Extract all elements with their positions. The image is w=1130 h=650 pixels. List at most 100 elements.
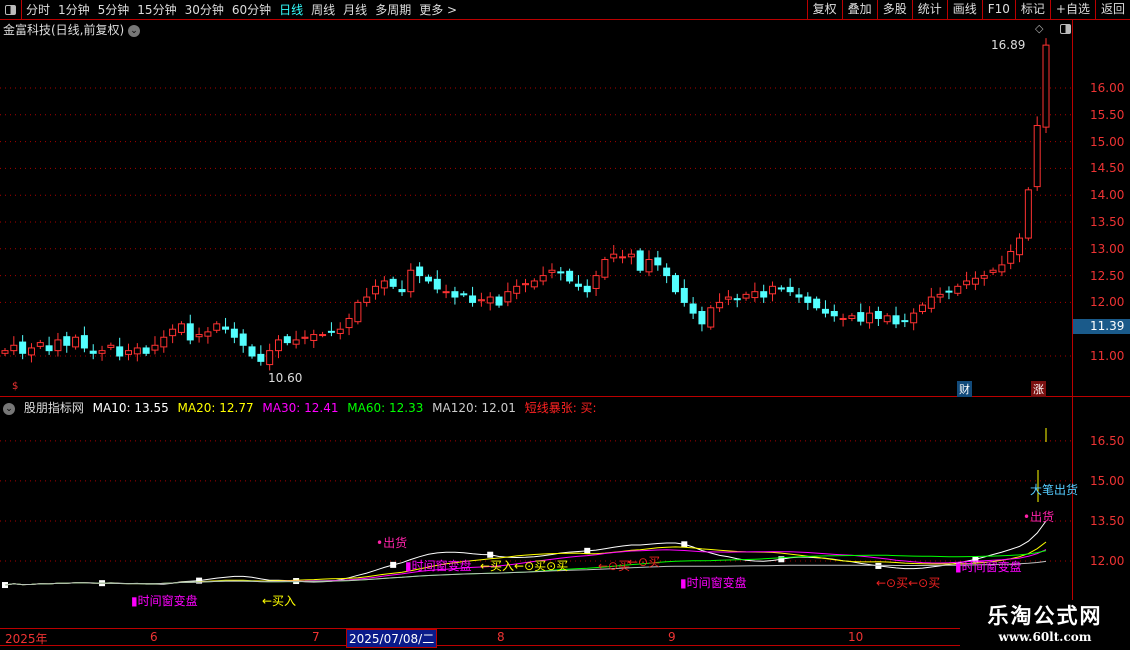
candle-body: [954, 285, 962, 294]
candle-body: [813, 298, 821, 309]
candle-body: [874, 311, 882, 319]
price-axis-label: 12.50: [1090, 268, 1125, 283]
ma10-marker: [196, 577, 203, 584]
candle-body: [274, 339, 282, 352]
candle-body: [442, 291, 450, 294]
price-axis-label: 11.00: [1090, 349, 1125, 363]
candle-body: [416, 266, 424, 277]
ma20-value: MA20: 12.77: [177, 401, 254, 415]
candle-body: [724, 296, 732, 300]
candle-body: [495, 296, 503, 306]
candle-body: [698, 311, 706, 325]
date-axis-label: 8: [497, 630, 505, 644]
candle-body: [592, 275, 600, 289]
limit-up-badge[interactable]: 涨: [1031, 381, 1046, 397]
ma120-value: MA120: 12.01: [432, 401, 516, 415]
candle-body: [310, 334, 318, 341]
candle-body: [910, 312, 918, 324]
candle-body: [186, 323, 194, 341]
candle-body: [380, 280, 388, 289]
candle-body: [671, 275, 679, 293]
candle-body: [257, 353, 265, 362]
candle-body: [522, 283, 529, 286]
annotation-time-window: ▮时间窗变盘: [405, 559, 472, 573]
candle-body: [583, 285, 591, 293]
low-price-label: 10.60: [268, 371, 303, 385]
candle-body: [830, 311, 838, 317]
candle-body: [795, 294, 803, 298]
candle-body: [645, 259, 653, 273]
candle-body: [424, 276, 432, 282]
ma10-marker: [584, 547, 591, 554]
candle-body: [354, 301, 362, 323]
candle-body: [107, 344, 115, 348]
candle-body: [821, 308, 829, 314]
indicator-axis-label: 13.50: [1090, 513, 1125, 528]
annotation-big-sell: 大笔出货: [1030, 483, 1079, 497]
price-axis-label: 15.50: [1090, 107, 1125, 122]
annotation-time-window: ▮时间窗变盘: [680, 576, 747, 590]
candle-body: [716, 301, 724, 309]
annotation-time-window: ▮时间窗变盘: [131, 594, 198, 608]
candle-body: [151, 344, 159, 351]
candle-body: [142, 347, 150, 354]
candle-body: [548, 269, 556, 273]
candle-body: [125, 350, 133, 355]
candle-body: [574, 283, 582, 287]
candle-body: [283, 336, 291, 344]
candle-body: [116, 346, 124, 357]
price-axis-label: 15.00: [1090, 134, 1125, 149]
indicator-name[interactable]: 股朋指标网: [24, 401, 84, 415]
candle-body: [363, 296, 371, 303]
price-axis-label: 13.50: [1090, 215, 1125, 229]
candle-body: [266, 350, 274, 366]
left-marker: $: [12, 381, 19, 392]
candle-body: [169, 328, 177, 337]
candle-body: [707, 307, 715, 328]
candle-body: [539, 275, 547, 282]
watermark-name: 乐淘公式网: [987, 603, 1103, 628]
candle-body: [663, 267, 671, 277]
candle-body: [486, 296, 494, 304]
candle-body: [654, 257, 662, 266]
candle-body: [1024, 189, 1032, 239]
ma10-marker: [681, 541, 688, 548]
candle-body: [619, 256, 627, 259]
date-axis-label: 6: [150, 630, 158, 644]
candle-body: [477, 299, 485, 302]
candle-body: [222, 326, 230, 330]
annotation-buy: ←⊙买: [628, 555, 661, 569]
candle-body: [839, 317, 847, 320]
price-axis-label: 14.50: [1090, 161, 1125, 176]
candle-body: [927, 296, 935, 309]
candle-body: [177, 323, 185, 333]
finance-badge[interactable]: 财: [957, 381, 972, 397]
price-axis-label: 12.00: [1090, 295, 1125, 310]
candle-body: [786, 286, 794, 293]
annotation-time-window: ▮时间窗变盘: [955, 560, 1022, 574]
candle-body: [89, 350, 97, 354]
price-axis-label: 13.00: [1090, 241, 1125, 256]
candle-body: [1016, 237, 1024, 256]
candle-body: [566, 270, 574, 282]
candle-body: [530, 280, 538, 288]
candle-body: [195, 334, 203, 338]
candle-body: [292, 339, 300, 345]
indicator-axis-label: 16.50: [1090, 433, 1125, 448]
indicator-axis-label: 12.00: [1090, 554, 1125, 568]
indicator-legend: ⌄ 股朋指标网 MA10: 13.55 MA20: 12.77 MA30: 12…: [3, 399, 602, 416]
candle-body: [45, 345, 53, 352]
candle-body: [504, 291, 512, 303]
signal-label: 短线暴张: 买:: [524, 401, 597, 415]
date-axis-label: 2025年: [5, 632, 48, 646]
candle-body: [451, 291, 459, 298]
candle-body: [689, 303, 697, 314]
candle-body: [336, 328, 344, 334]
chevron-down-icon[interactable]: ⌄: [3, 402, 15, 415]
date-axis-label: 9: [668, 630, 676, 644]
candle-body: [857, 312, 865, 322]
candle-body: [1033, 125, 1041, 188]
candle-body: [971, 277, 979, 285]
candle-body: [160, 336, 168, 348]
candle-body: [19, 341, 27, 354]
